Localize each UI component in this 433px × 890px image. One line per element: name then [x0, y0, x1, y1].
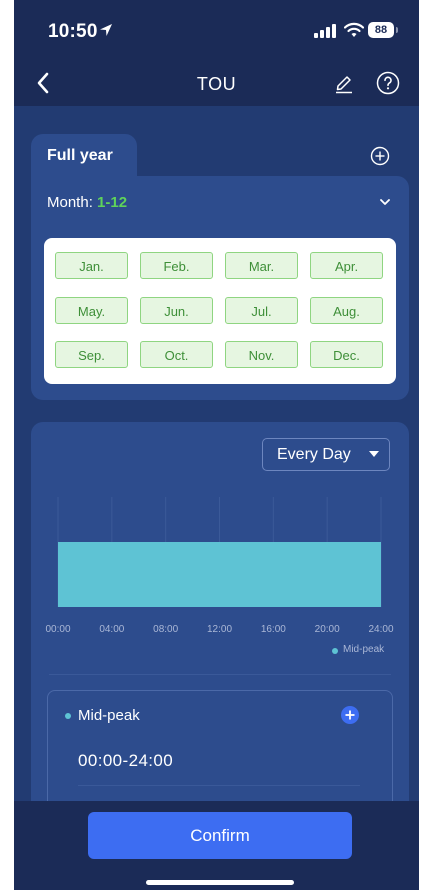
status-bar: 10:50 88 [14, 0, 419, 62]
month-chip-oct[interactable]: Oct. [140, 341, 213, 368]
confirm-button[interactable]: Confirm [88, 812, 352, 859]
location-arrow-icon [100, 24, 112, 36]
x-tick-label: 20:00 [315, 624, 340, 635]
x-tick-label: 16:00 [261, 624, 286, 635]
add-period-icon[interactable] [340, 705, 360, 725]
legend-label-mid-peak: Mid-peak [343, 644, 385, 655]
edit-icon[interactable] [334, 72, 354, 94]
month-chip-jul[interactable]: Jul. [225, 297, 298, 324]
x-tick-label: 08:00 [153, 624, 178, 635]
phone-screen: 10:50 88 TOU Full year Month: 1-12 Jan. … [14, 0, 419, 890]
bar-mid-peak [58, 542, 381, 607]
period-time-range[interactable]: 00:00-24:00 [78, 751, 173, 771]
month-selector[interactable]: Month: 1-12 [31, 176, 409, 230]
add-plan-icon[interactable] [370, 146, 390, 166]
home-indicator [146, 880, 294, 885]
tou-chart: 00:00 04:00 08:00 12:00 16:00 20:00 24:00 [45, 497, 394, 635]
month-chip-apr[interactable]: Apr. [310, 252, 383, 279]
x-tick-label: 04:00 [99, 624, 124, 635]
help-icon[interactable] [376, 71, 400, 95]
status-time: 10:50 [48, 21, 98, 42]
period-name: Mid-peak [78, 707, 140, 724]
signal-icon [314, 24, 336, 38]
month-chip-aug[interactable]: Aug. [310, 297, 383, 324]
legend-dot-mid-peak [332, 648, 338, 654]
month-value: 1-12 [97, 194, 128, 211]
battery-tip [396, 27, 398, 33]
chevron-down-icon [380, 199, 390, 205]
day-type-value: Every Day [277, 446, 351, 463]
month-chip-feb[interactable]: Feb. [140, 252, 213, 279]
divider [49, 674, 391, 675]
month-card: Month: 1-12 Jan. Feb. Mar. Apr. May. Jun… [31, 176, 409, 400]
month-chip-dec[interactable]: Dec. [310, 341, 383, 368]
month-chip-sep[interactable]: Sep. [55, 341, 128, 368]
battery-icon: 88 [368, 22, 394, 38]
month-chip-jan[interactable]: Jan. [55, 252, 128, 279]
x-tick-label: 24:00 [368, 624, 393, 635]
content-area: Full year Month: 1-12 Jan. Feb. Mar. Apr… [14, 106, 419, 801]
x-tick-label: 00:00 [45, 624, 70, 635]
schedule-card: Every Day 00:00 04:00 08:00 12:00 16:00 20:00… [31, 422, 409, 801]
month-grid: Jan. Feb. Mar. Apr. May. Jun. Jul. Aug. … [44, 238, 396, 384]
day-type-dropdown[interactable]: Every Day [262, 438, 390, 471]
month-chip-nov[interactable]: Nov. [225, 341, 298, 368]
period-dot [65, 713, 71, 719]
month-chip-mar[interactable]: Mar. [225, 252, 298, 279]
period-card-mid-peak: Mid-peak 00:00-24:00 [47, 690, 393, 801]
x-tick-label: 12:00 [207, 624, 232, 635]
bottom-bar: Confirm [14, 801, 419, 890]
page-title: TOU [196, 74, 237, 94]
wifi-icon [344, 22, 364, 37]
month-label: Month: 1-12 [47, 194, 127, 211]
month-chip-may[interactable]: May. [55, 297, 128, 324]
month-label-text: Month: [47, 194, 93, 211]
tab-full-year[interactable]: Full year [31, 134, 137, 178]
nav-bar: TOU [14, 62, 419, 106]
caret-down-icon [369, 451, 379, 457]
month-chip-jun[interactable]: Jun. [140, 297, 213, 324]
period-divider [78, 785, 360, 786]
